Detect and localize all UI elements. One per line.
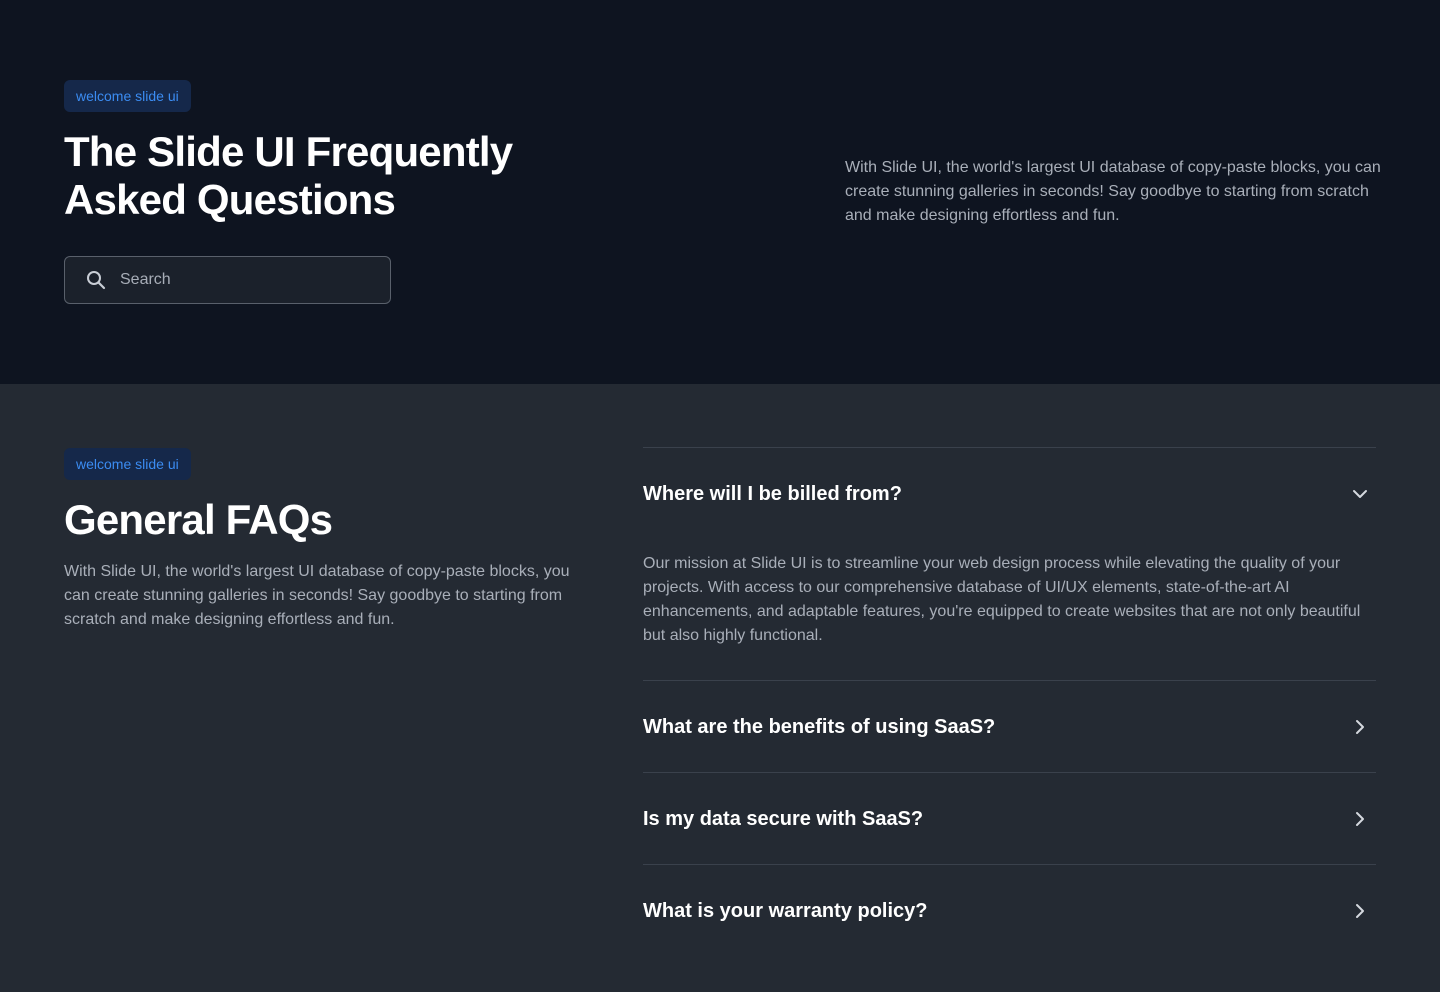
- chevron-right-icon[interactable]: [1350, 717, 1370, 737]
- faq-question-toggle[interactable]: What is your warranty policy?: [643, 865, 1376, 956]
- faq-item: Where will I be billed from? Our mission…: [643, 447, 1376, 680]
- faq-item: What is your warranty policy?: [643, 864, 1376, 956]
- welcome-badge: welcome slide ui: [64, 80, 191, 112]
- chevron-down-icon[interactable]: [1350, 484, 1370, 504]
- faq-badge: welcome slide ui: [64, 448, 191, 480]
- faq-section: welcome slide ui General FAQs With Slide…: [0, 384, 1440, 992]
- faq-item: What are the benefits of using SaaS?: [643, 680, 1376, 772]
- faq-question-toggle[interactable]: Where will I be billed from?: [643, 448, 1376, 539]
- search-box[interactable]: [64, 256, 391, 304]
- faq-question: Where will I be billed from?: [643, 482, 902, 505]
- faq-list: Where will I be billed from? Our mission…: [643, 447, 1376, 956]
- faq-answer: Our mission at Slide UI is to streamline…: [643, 555, 1361, 644]
- page-title: The Slide UI Frequently Asked Questions: [64, 128, 513, 223]
- hero-description: With Slide UI, the world's largest UI da…: [845, 159, 1381, 224]
- faq-description: With Slide UI, the world's largest UI da…: [64, 563, 570, 628]
- search-input[interactable]: [120, 265, 360, 295]
- chevron-right-icon[interactable]: [1350, 809, 1370, 829]
- faq-question: What are the benefits of using SaaS?: [643, 715, 996, 738]
- faq-question-toggle[interactable]: Is my data secure with SaaS?: [643, 773, 1376, 864]
- search-icon: [86, 270, 106, 290]
- faq-question: Is my data secure with SaaS?: [643, 807, 924, 830]
- faq-item: Is my data secure with SaaS?: [643, 772, 1376, 864]
- faq-question: What is your warranty policy?: [643, 899, 928, 922]
- chevron-right-icon[interactable]: [1350, 901, 1370, 921]
- faq-title: General FAQs: [64, 496, 333, 543]
- hero-section: welcome slide ui The Slide UI Frequently…: [0, 0, 1440, 384]
- faq-question-toggle[interactable]: What are the benefits of using SaaS?: [643, 681, 1376, 772]
